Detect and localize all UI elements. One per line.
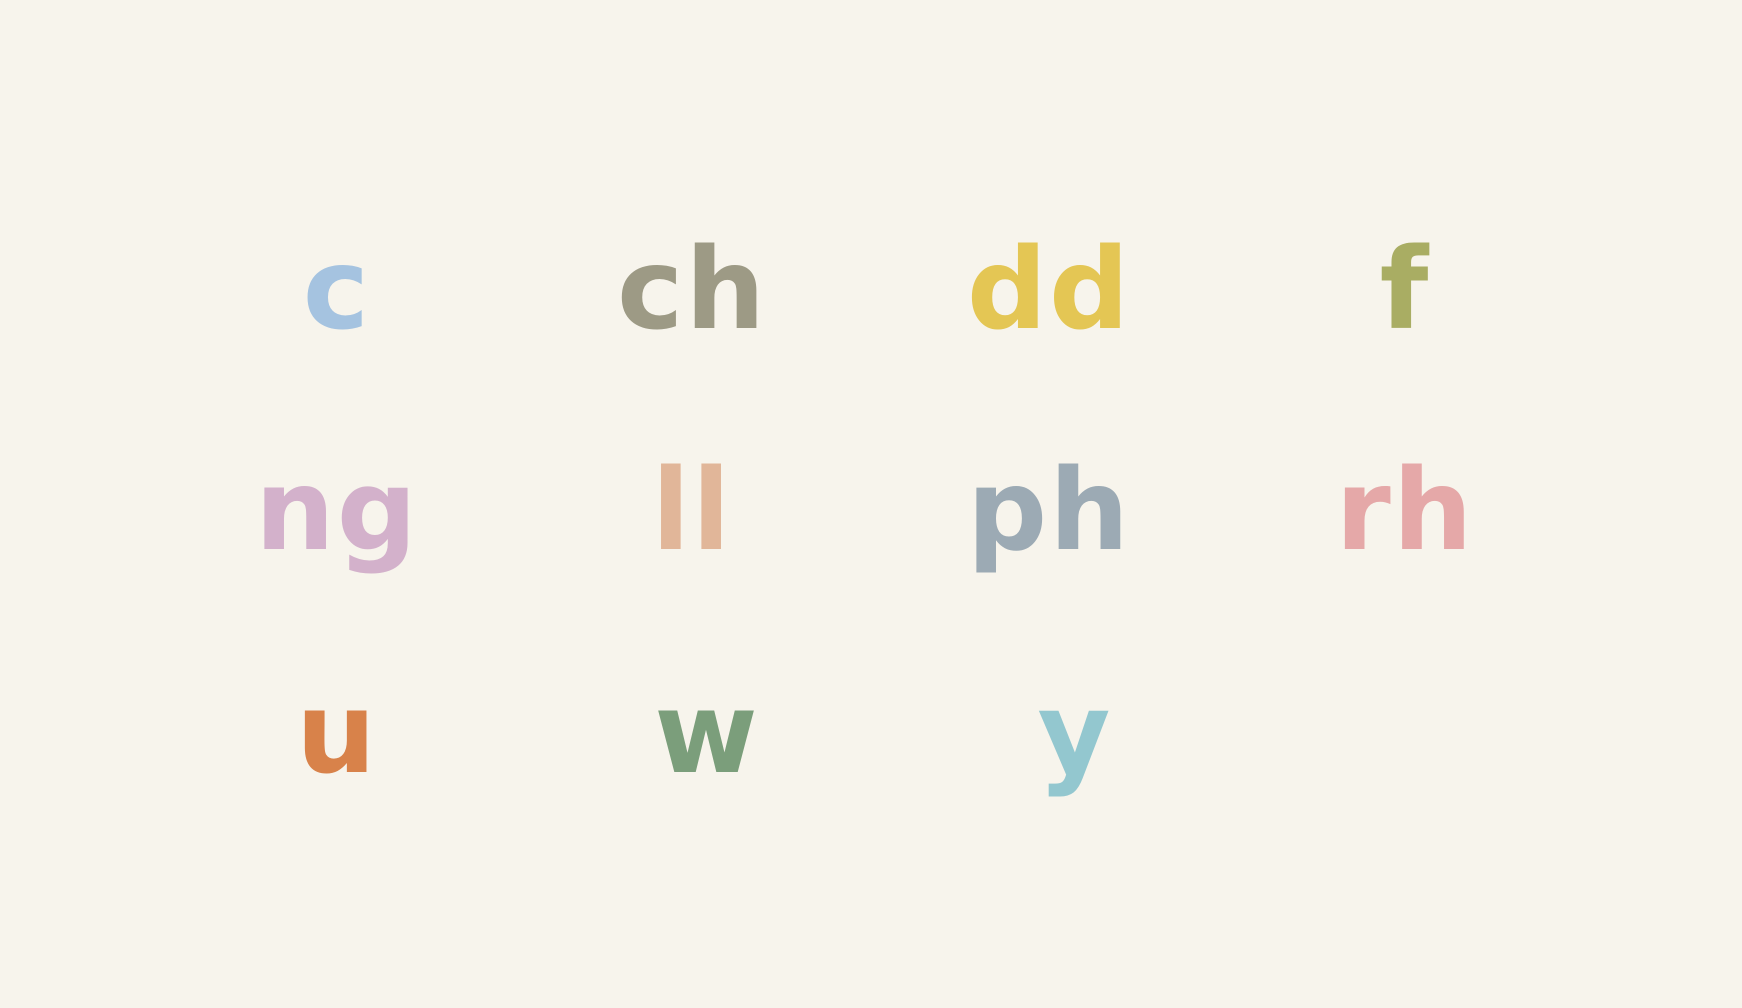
letter-tile-ph[interactable]: ph — [929, 431, 1169, 591]
letter-label: u — [296, 669, 378, 799]
letter-label: rh — [1335, 446, 1475, 576]
letter-tile-u[interactable]: u — [217, 654, 457, 814]
letter-label: y — [1037, 669, 1113, 799]
letter-tile-dd[interactable]: dd — [929, 210, 1169, 370]
letter-tile-ll[interactable]: ll — [572, 431, 812, 591]
letter-label: ng — [255, 446, 419, 576]
letter-label: ll — [651, 446, 733, 576]
letter-label: dd — [966, 225, 1132, 355]
letter-label: c — [302, 225, 372, 355]
letter-tile-y[interactable]: y — [955, 654, 1195, 814]
letter-board: c ch dd f ng ll ph rh u w y — [0, 0, 1742, 1008]
letter-tile-ch[interactable]: ch — [572, 210, 812, 370]
letter-tile-ng[interactable]: ng — [217, 431, 457, 591]
letter-label: w — [654, 669, 760, 799]
letter-tile-c[interactable]: c — [217, 210, 457, 370]
letter-tile-w[interactable]: w — [587, 654, 827, 814]
letter-tile-rh[interactable]: rh — [1285, 431, 1525, 591]
letter-label: ph — [967, 446, 1131, 576]
letter-label: f — [1379, 225, 1431, 355]
letter-label: ch — [616, 225, 768, 355]
letter-tile-f[interactable]: f — [1285, 210, 1525, 370]
